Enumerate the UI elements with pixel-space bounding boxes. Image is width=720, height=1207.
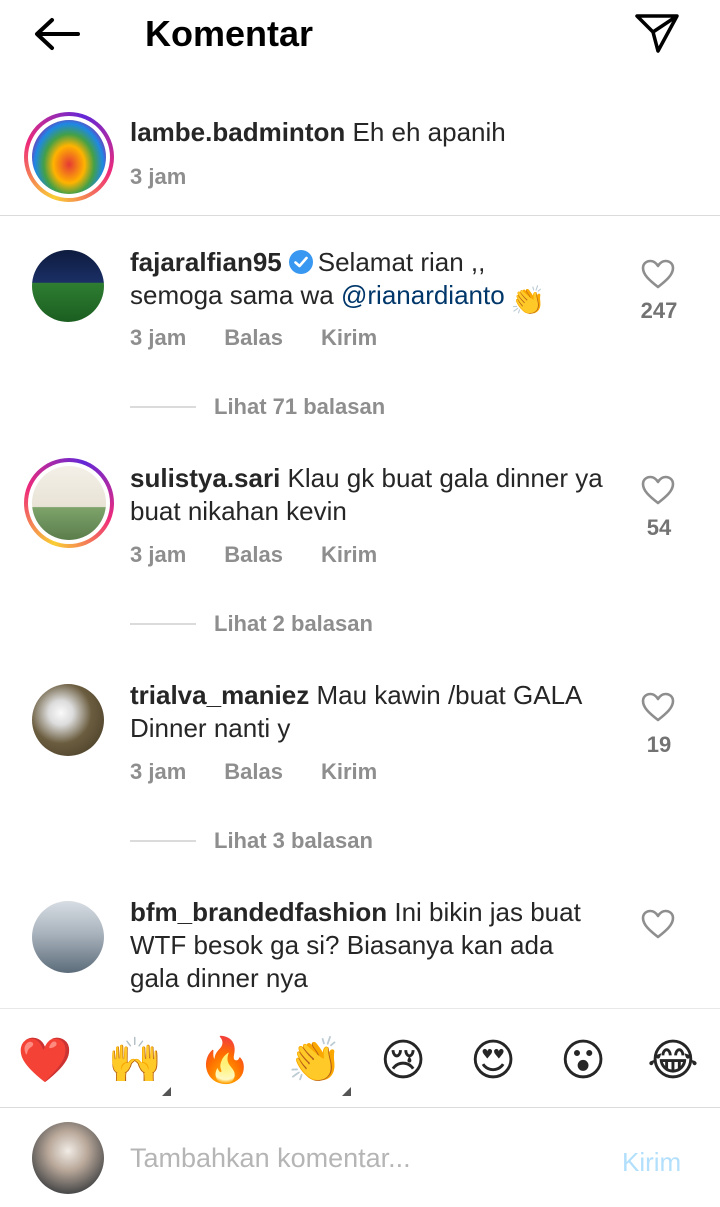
send-button[interactable]: Kirim bbox=[321, 324, 377, 352]
heart-outline-icon bbox=[641, 692, 675, 722]
avatar[interactable] bbox=[24, 458, 114, 548]
comment-username[interactable]: trialva_maniez bbox=[130, 680, 309, 710]
skin-tone-indicator bbox=[342, 1087, 351, 1096]
like-button[interactable] bbox=[638, 904, 678, 944]
comment-text: bfm_brandedfashion Ini bikin jas buat WT… bbox=[130, 896, 630, 995]
avatar[interactable] bbox=[32, 684, 104, 756]
caption-text: lambe.badminton Eh eh apanih bbox=[130, 116, 506, 149]
caption-meta: 3 jam bbox=[130, 163, 224, 191]
heart-outline-icon bbox=[641, 909, 675, 939]
comment-username[interactable]: fajaralfian95 bbox=[130, 247, 282, 277]
heart-outline-icon bbox=[641, 259, 675, 289]
comment-body: Klau gk buat gala dinner ya bbox=[287, 463, 603, 493]
comment-body: Mau kawin /buat GALA bbox=[316, 680, 583, 710]
view-replies-label: Lihat 2 balasan bbox=[214, 611, 373, 636]
reply-button[interactable]: Balas bbox=[224, 324, 283, 352]
comment-body-line2: Dinner nanti y bbox=[130, 713, 291, 743]
arrow-left-icon bbox=[35, 18, 80, 50]
fire-emoji-button[interactable]: 🔥 bbox=[195, 1031, 255, 1091]
heart-emoji-button[interactable]: ❤️ bbox=[15, 1031, 75, 1091]
comment-text: trialva_maniez Mau kawin /buat GALA Dinn… bbox=[130, 679, 625, 745]
like-count: 54 bbox=[646, 515, 672, 540]
heart-outline-icon bbox=[641, 475, 675, 505]
replies-divider-line bbox=[130, 623, 196, 625]
caption-username[interactable]: lambe.badminton bbox=[130, 117, 345, 147]
comment-meta: 3 jam Balas Kirim bbox=[130, 541, 415, 569]
reply-button[interactable]: Balas bbox=[224, 758, 283, 786]
post-comment-button[interactable]: Kirim bbox=[622, 1146, 681, 1178]
comment-composer: Kirim bbox=[0, 1107, 720, 1207]
comment-username[interactable]: sulistya.sari bbox=[130, 463, 280, 493]
comment-meta: 3 jam Balas Kirim bbox=[130, 324, 415, 352]
caption-body: Eh eh apanih bbox=[352, 117, 506, 147]
view-replies[interactable]: Lihat 71 balasan bbox=[130, 393, 385, 421]
like-button[interactable] bbox=[638, 254, 678, 294]
emoji-quick-bar: ❤️ 🙌 🔥 👏 😢 😍 😮 😂 bbox=[0, 1008, 720, 1108]
comment-time: 3 jam bbox=[130, 542, 187, 567]
comment-body: Selamat rian ,, bbox=[317, 247, 486, 277]
comment-username[interactable]: bfm_brandedfashion bbox=[130, 897, 387, 927]
send-button[interactable]: Kirim bbox=[321, 541, 377, 569]
replies-divider-line bbox=[130, 840, 196, 842]
comment-body-line2: semoga sama wa bbox=[130, 280, 341, 310]
caption-divider bbox=[0, 215, 720, 216]
back-button[interactable] bbox=[28, 12, 84, 56]
replies-divider-line bbox=[130, 406, 196, 408]
paper-plane-icon bbox=[635, 14, 679, 53]
comment-time: 3 jam bbox=[130, 759, 187, 784]
comment-body-line3: gala dinner nya bbox=[130, 963, 308, 993]
avatar[interactable] bbox=[32, 901, 104, 973]
caption-avatar[interactable] bbox=[24, 112, 114, 202]
view-replies-label: Lihat 3 balasan bbox=[214, 828, 373, 853]
page-title: Komentar bbox=[145, 13, 314, 54]
mention-link[interactable]: @rianardianto bbox=[341, 280, 505, 310]
comment-body-line2: WTF besok ga si? Biasanya kan ada bbox=[130, 930, 554, 960]
comment-meta: 3 jam Balas Kirim bbox=[130, 758, 415, 786]
like-count: 19 bbox=[646, 732, 672, 757]
like-button[interactable] bbox=[638, 687, 678, 727]
verified-badge-icon bbox=[288, 250, 313, 274]
view-replies[interactable]: Lihat 2 balasan bbox=[130, 610, 373, 638]
comment-body: Ini bikin jas buat bbox=[394, 897, 581, 927]
reply-button[interactable]: Balas bbox=[224, 541, 283, 569]
view-replies[interactable]: Lihat 3 balasan bbox=[130, 827, 373, 855]
comment-text: fajaralfian95 Selamat rian ,, semoga sama… bbox=[130, 246, 610, 317]
clapping-hands-emoji-button[interactable]: 👏 bbox=[285, 1031, 345, 1091]
current-user-avatar bbox=[32, 1122, 104, 1194]
view-replies-label: Lihat 71 balasan bbox=[214, 394, 386, 419]
surprised-face-emoji-button[interactable]: 😮 bbox=[553, 1031, 613, 1091]
comment-text: sulistya.sari Klau gk buat gala dinner y… bbox=[130, 462, 625, 528]
top-bar: Komentar bbox=[0, 0, 720, 70]
heart-eyes-emoji-button[interactable]: 😍 bbox=[463, 1031, 523, 1091]
caption-time: 3 jam bbox=[130, 164, 187, 189]
tears-of-joy-emoji-button[interactable]: 😂 bbox=[643, 1031, 703, 1091]
clapping-hands-emoji: 👏 bbox=[510, 285, 546, 316]
comment-time: 3 jam bbox=[130, 325, 187, 350]
comment-body-line2: buat nikahan kevin bbox=[130, 496, 347, 526]
like-count: 247 bbox=[640, 298, 678, 323]
share-button[interactable] bbox=[630, 8, 684, 58]
skin-tone-indicator bbox=[162, 1087, 171, 1096]
avatar[interactable] bbox=[32, 250, 104, 322]
like-button[interactable] bbox=[638, 470, 678, 510]
send-button[interactable]: Kirim bbox=[321, 758, 377, 786]
crying-face-emoji-button[interactable]: 😢 bbox=[373, 1031, 433, 1091]
comment-input[interactable] bbox=[130, 1138, 580, 1178]
raising-hands-emoji-button[interactable]: 🙌 bbox=[105, 1031, 165, 1091]
